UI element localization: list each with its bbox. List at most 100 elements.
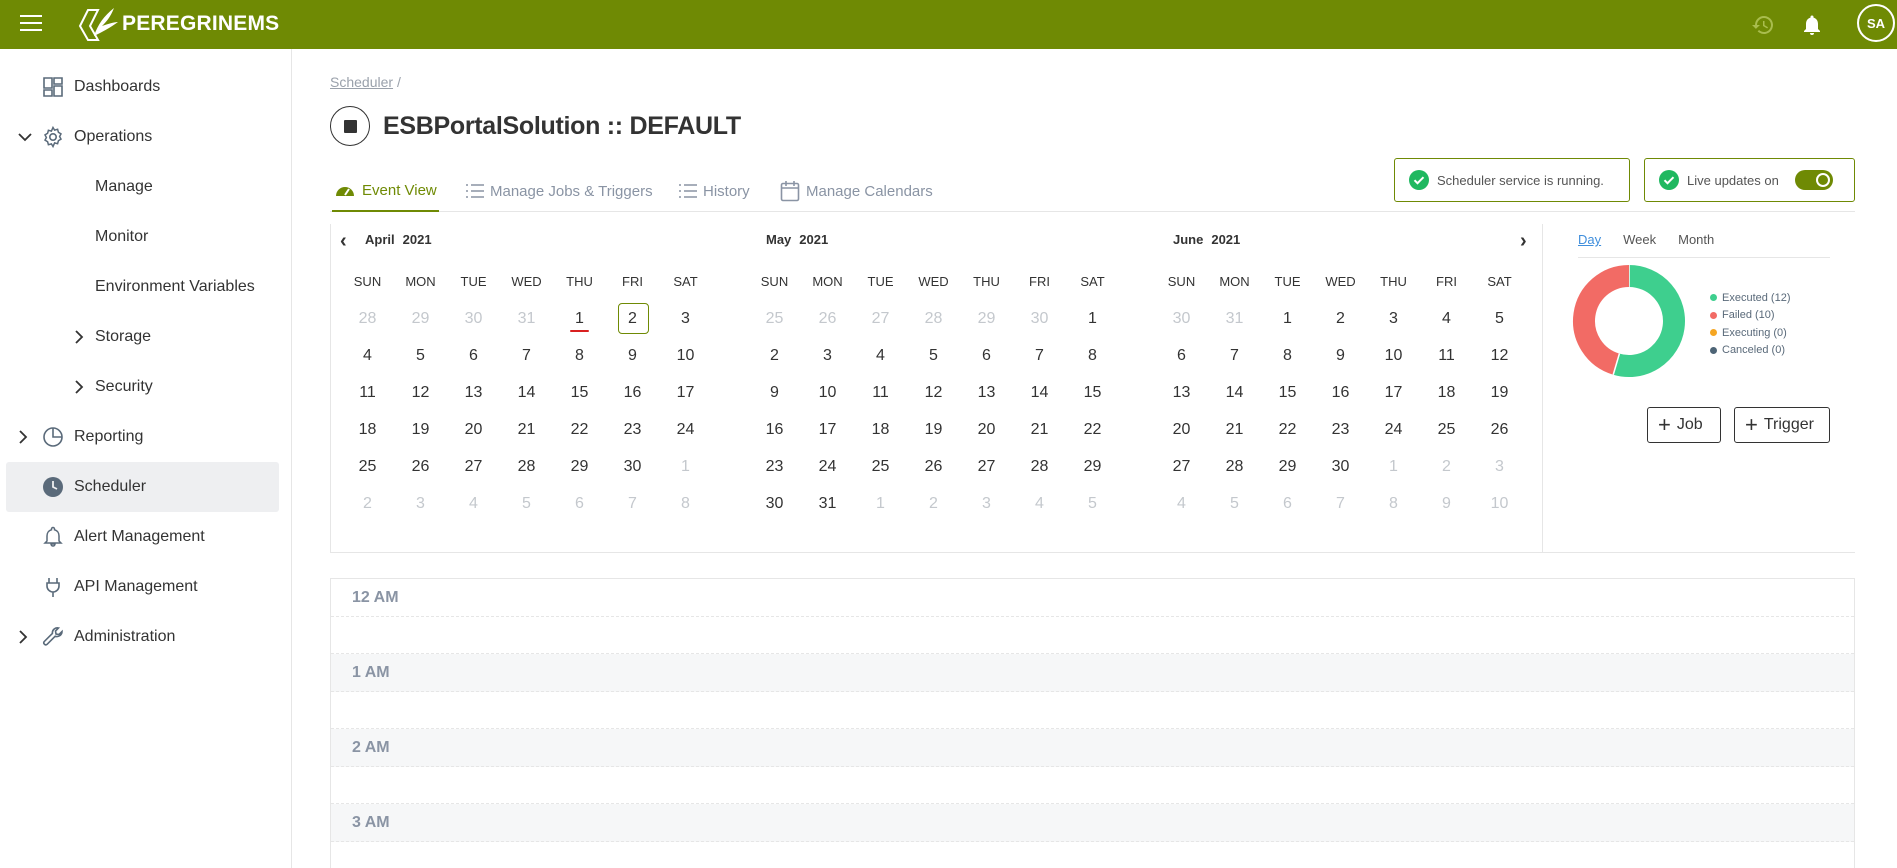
calendar-day[interactable]: 22 [1066,415,1119,445]
tab-manage-calendars[interactable]: Manage Calendars [780,170,933,212]
calendar-day[interactable]: 23 [606,415,659,445]
calendar-day[interactable]: 4 [854,341,907,371]
calendar-day[interactable]: 19 [1473,378,1526,408]
calendar-day[interactable]: 19 [907,415,960,445]
sidebar-item-manage[interactable]: Manage [0,164,290,210]
prev-month-icon[interactable]: ‹ [340,230,347,253]
calendar-day[interactable]: 26 [801,304,854,334]
calendar-day[interactable]: 4 [341,341,394,371]
calendar-day[interactable]: 6 [447,341,500,371]
calendar-day[interactable]: 15 [1066,378,1119,408]
calendar-day[interactable]: 18 [1420,378,1473,408]
calendar-day[interactable]: 20 [447,415,500,445]
calendar-day[interactable]: 14 [500,378,553,408]
calendar-day[interactable]: 8 [1261,341,1314,371]
calendar-day[interactable]: 11 [341,378,394,408]
history-icon[interactable] [1751,13,1775,37]
calendar-day[interactable]: 29 [553,452,606,482]
calendar-day[interactable]: 1 [553,304,606,334]
add-trigger-button[interactable]: + Trigger [1734,407,1830,443]
calendar-day[interactable]: 30 [1155,304,1208,334]
calendar-day[interactable]: 10 [801,378,854,408]
breadcrumb-scheduler-link[interactable]: Scheduler [330,74,393,90]
calendar-day[interactable]: 22 [1261,415,1314,445]
calendar-day[interactable]: 4 [1013,489,1066,519]
sidebar-item-scheduler[interactable]: Scheduler [6,462,279,512]
calendar-day[interactable]: 23 [1314,415,1367,445]
donut-slice[interactable] [1613,265,1685,377]
calendar-day[interactable]: 6 [960,341,1013,371]
calendar-day[interactable]: 7 [1314,489,1367,519]
calendar-day[interactable]: 13 [1155,378,1208,408]
calendar-day[interactable]: 16 [748,415,801,445]
calendar-day[interactable]: 28 [341,304,394,334]
calendar-day[interactable]: 27 [854,304,907,334]
calendar-day[interactable]: 13 [960,378,1013,408]
calendar-day[interactable]: 25 [854,452,907,482]
sidebar-item-dashboards[interactable]: Dashboards [0,64,290,110]
calendar-day[interactable]: 31 [500,304,553,334]
calendar-day[interactable]: 18 [341,415,394,445]
user-avatar[interactable]: SA [1855,2,1897,44]
calendar-day[interactable]: 5 [1473,304,1526,334]
calendar-day[interactable]: 30 [748,489,801,519]
sidebar-item-storage[interactable]: Storage [0,314,290,360]
calendar-day[interactable]: 30 [447,304,500,334]
tab-event-view[interactable]: Event View [332,170,439,212]
calendar-day[interactable]: 28 [500,452,553,482]
calendar-day[interactable]: 1 [854,489,907,519]
calendar-day[interactable]: 31 [1208,304,1261,334]
calendar-day[interactable]: 9 [748,378,801,408]
calendar-day[interactable]: 19 [394,415,447,445]
calendar-day[interactable]: 1 [1066,304,1119,334]
calendar-day[interactable]: 26 [394,452,447,482]
calendar-day[interactable]: 29 [960,304,1013,334]
calendar-day[interactable]: 5 [907,341,960,371]
calendar-day[interactable]: 25 [1420,415,1473,445]
calendar-day[interactable]: 4 [1420,304,1473,334]
calendar-day[interactable]: 4 [1155,489,1208,519]
calendar-day[interactable]: 12 [1473,341,1526,371]
calendar-day[interactable]: 3 [1367,304,1420,334]
calendar-day[interactable]: 28 [907,304,960,334]
range-tab-week[interactable]: Week [1623,232,1656,257]
calendar-day[interactable]: 25 [748,304,801,334]
calendar-day[interactable]: 1 [659,452,712,482]
calendar-day[interactable]: 8 [659,489,712,519]
calendar-day[interactable]: 6 [553,489,606,519]
calendar-day[interactable]: 30 [606,452,659,482]
calendar-day[interactable]: 3 [659,304,712,334]
sidebar-item-administration[interactable]: Administration [0,614,290,660]
calendar-day[interactable]: 8 [553,341,606,371]
calendar-day[interactable]: 3 [960,489,1013,519]
tab-history[interactable]: History [679,170,750,212]
sidebar-item-alert-management[interactable]: Alert Management [0,514,290,560]
calendar-day[interactable]: 27 [1155,452,1208,482]
calendar-day[interactable]: 11 [1420,341,1473,371]
calendar-day[interactable]: 5 [1066,489,1119,519]
calendar-day[interactable]: 9 [1420,489,1473,519]
calendar-day[interactable]: 27 [447,452,500,482]
calendar-day[interactable]: 1 [1367,452,1420,482]
donut-slice[interactable] [1573,265,1630,375]
calendar-day[interactable]: 2 [907,489,960,519]
calendar-day[interactable]: 2 [1314,304,1367,334]
calendar-day[interactable]: 6 [1155,341,1208,371]
calendar-day[interactable]: 17 [801,415,854,445]
calendar-day[interactable]: 3 [1473,452,1526,482]
calendar-day[interactable]: 2 [748,341,801,371]
calendar-day[interactable]: 14 [1208,378,1261,408]
calendar-day[interactable]: 2 [606,303,659,334]
calendar-day[interactable]: 30 [1013,304,1066,334]
calendar-day[interactable]: 22 [553,415,606,445]
calendar-day[interactable]: 10 [1367,341,1420,371]
calendar-day[interactable]: 7 [500,341,553,371]
calendar-day[interactable]: 27 [960,452,1013,482]
sidebar-item-api-management[interactable]: API Management [0,564,290,610]
calendar-day[interactable]: 16 [606,378,659,408]
calendar-day[interactable]: 1 [1261,304,1314,334]
calendar-day[interactable]: 29 [1261,452,1314,482]
calendar-day[interactable]: 7 [606,489,659,519]
calendar-day[interactable]: 7 [1208,341,1261,371]
range-tab-month[interactable]: Month [1678,232,1714,257]
